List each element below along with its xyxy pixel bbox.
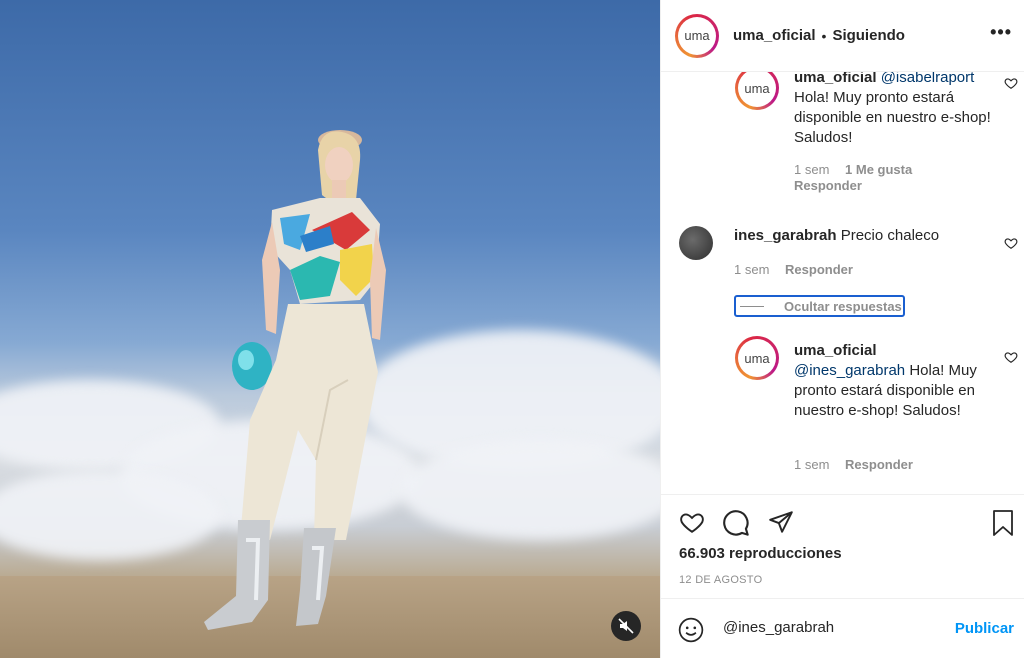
comment-time: 1 sem	[794, 457, 830, 472]
comment-username[interactable]: ines_garabrah	[734, 227, 837, 244]
comment-input[interactable]	[723, 619, 923, 636]
like-heart-icon[interactable]	[1004, 236, 1018, 250]
post-sidebar: uma uma_oficial • Siguiendo ••• uma uma_…	[660, 0, 1024, 658]
more-options-icon[interactable]: •••	[990, 22, 1012, 43]
comment-username[interactable]: uma_oficial	[794, 72, 877, 86]
comment-time: 1 sem	[734, 262, 770, 277]
avatar-text: uma	[738, 72, 776, 107]
like-heart-icon[interactable]	[1004, 76, 1018, 90]
comment-composer: Publicar	[661, 598, 1024, 658]
commenter-avatar[interactable]: uma	[735, 72, 779, 110]
post-header: uma uma_oficial • Siguiendo •••	[661, 0, 1024, 72]
divider-line	[740, 305, 764, 307]
comment-likes[interactable]: 1 Me gusta	[845, 162, 912, 177]
post-actions: 66.903 reproducciones 12 DE AGOSTO	[661, 494, 1024, 598]
comment-bubble-icon[interactable]	[722, 509, 750, 537]
comments-list: uma uma_oficial @isabelraport Hola! Muy …	[661, 72, 1024, 494]
reply-link[interactable]: Responder	[845, 457, 913, 472]
comment-meta: 1 sem 1 Me gusta	[794, 162, 912, 177]
comment-body: ines_garabrah Precio chaleco	[734, 226, 994, 246]
reply-comment: uma uma_oficial @ines_garabrah Hola! Muy…	[661, 336, 1024, 476]
reply-comment: uma uma_oficial @isabelraport Hola! Muy …	[661, 72, 1024, 202]
like-heart-icon[interactable]	[1004, 350, 1018, 364]
save-bookmark-icon[interactable]	[991, 509, 1015, 537]
avatar-text: uma	[738, 339, 776, 377]
comment-body: uma_oficial @isabelraport Hola! Muy pron…	[794, 72, 994, 148]
commenter-avatar[interactable]	[679, 226, 713, 260]
muted-speaker-icon	[618, 618, 634, 634]
comment-meta: 1 sem Responder	[734, 262, 853, 277]
avatar-text: uma	[678, 16, 716, 55]
emoji-smiley-icon[interactable]	[678, 617, 704, 643]
post-date: 12 DE AGOSTO	[679, 574, 763, 586]
like-heart-icon[interactable]	[678, 509, 706, 535]
comment-text: Hola! Muy pronto estará disponible en nu…	[794, 89, 991, 146]
author-avatar[interactable]: uma	[675, 13, 719, 58]
comment-text: Precio chaleco	[840, 227, 940, 244]
view-count[interactable]: 66.903 reproducciones	[679, 545, 842, 562]
comment-meta: 1 sem Responder	[794, 457, 913, 472]
comment-mention[interactable]: @ines_garabrah	[794, 362, 905, 379]
mute-toggle-button[interactable]	[611, 611, 641, 641]
reply-link[interactable]: Responder	[785, 262, 853, 277]
hide-replies-label: Ocultar respuestas	[784, 298, 902, 314]
comment-mention[interactable]: @isabelraport	[881, 72, 975, 86]
comment: ines_garabrah Precio chaleco 1 sem Respo…	[661, 222, 1024, 282]
separator-dot: •	[821, 27, 827, 44]
publish-button[interactable]: Publicar	[955, 620, 1014, 637]
follow-status-button[interactable]: Siguiendo	[832, 27, 905, 44]
comment-time: 1 sem	[794, 162, 830, 177]
comment-body: uma_oficial @ines_garabrah Hola! Muy pro…	[794, 341, 994, 421]
commenter-avatar[interactable]: uma	[735, 336, 779, 380]
reply-link[interactable]: Responder	[794, 178, 862, 193]
model-figure	[204, 130, 386, 630]
author-username[interactable]: uma_oficial	[733, 27, 816, 44]
instagram-post-view: uma uma_oficial • Siguiendo ••• uma uma_…	[0, 0, 1024, 658]
post-video[interactable]	[0, 0, 660, 658]
comment-username[interactable]: uma_oficial	[794, 342, 877, 359]
hide-replies-button[interactable]: Ocultar respuestas	[734, 295, 905, 317]
share-paper-plane-icon[interactable]	[767, 509, 795, 535]
